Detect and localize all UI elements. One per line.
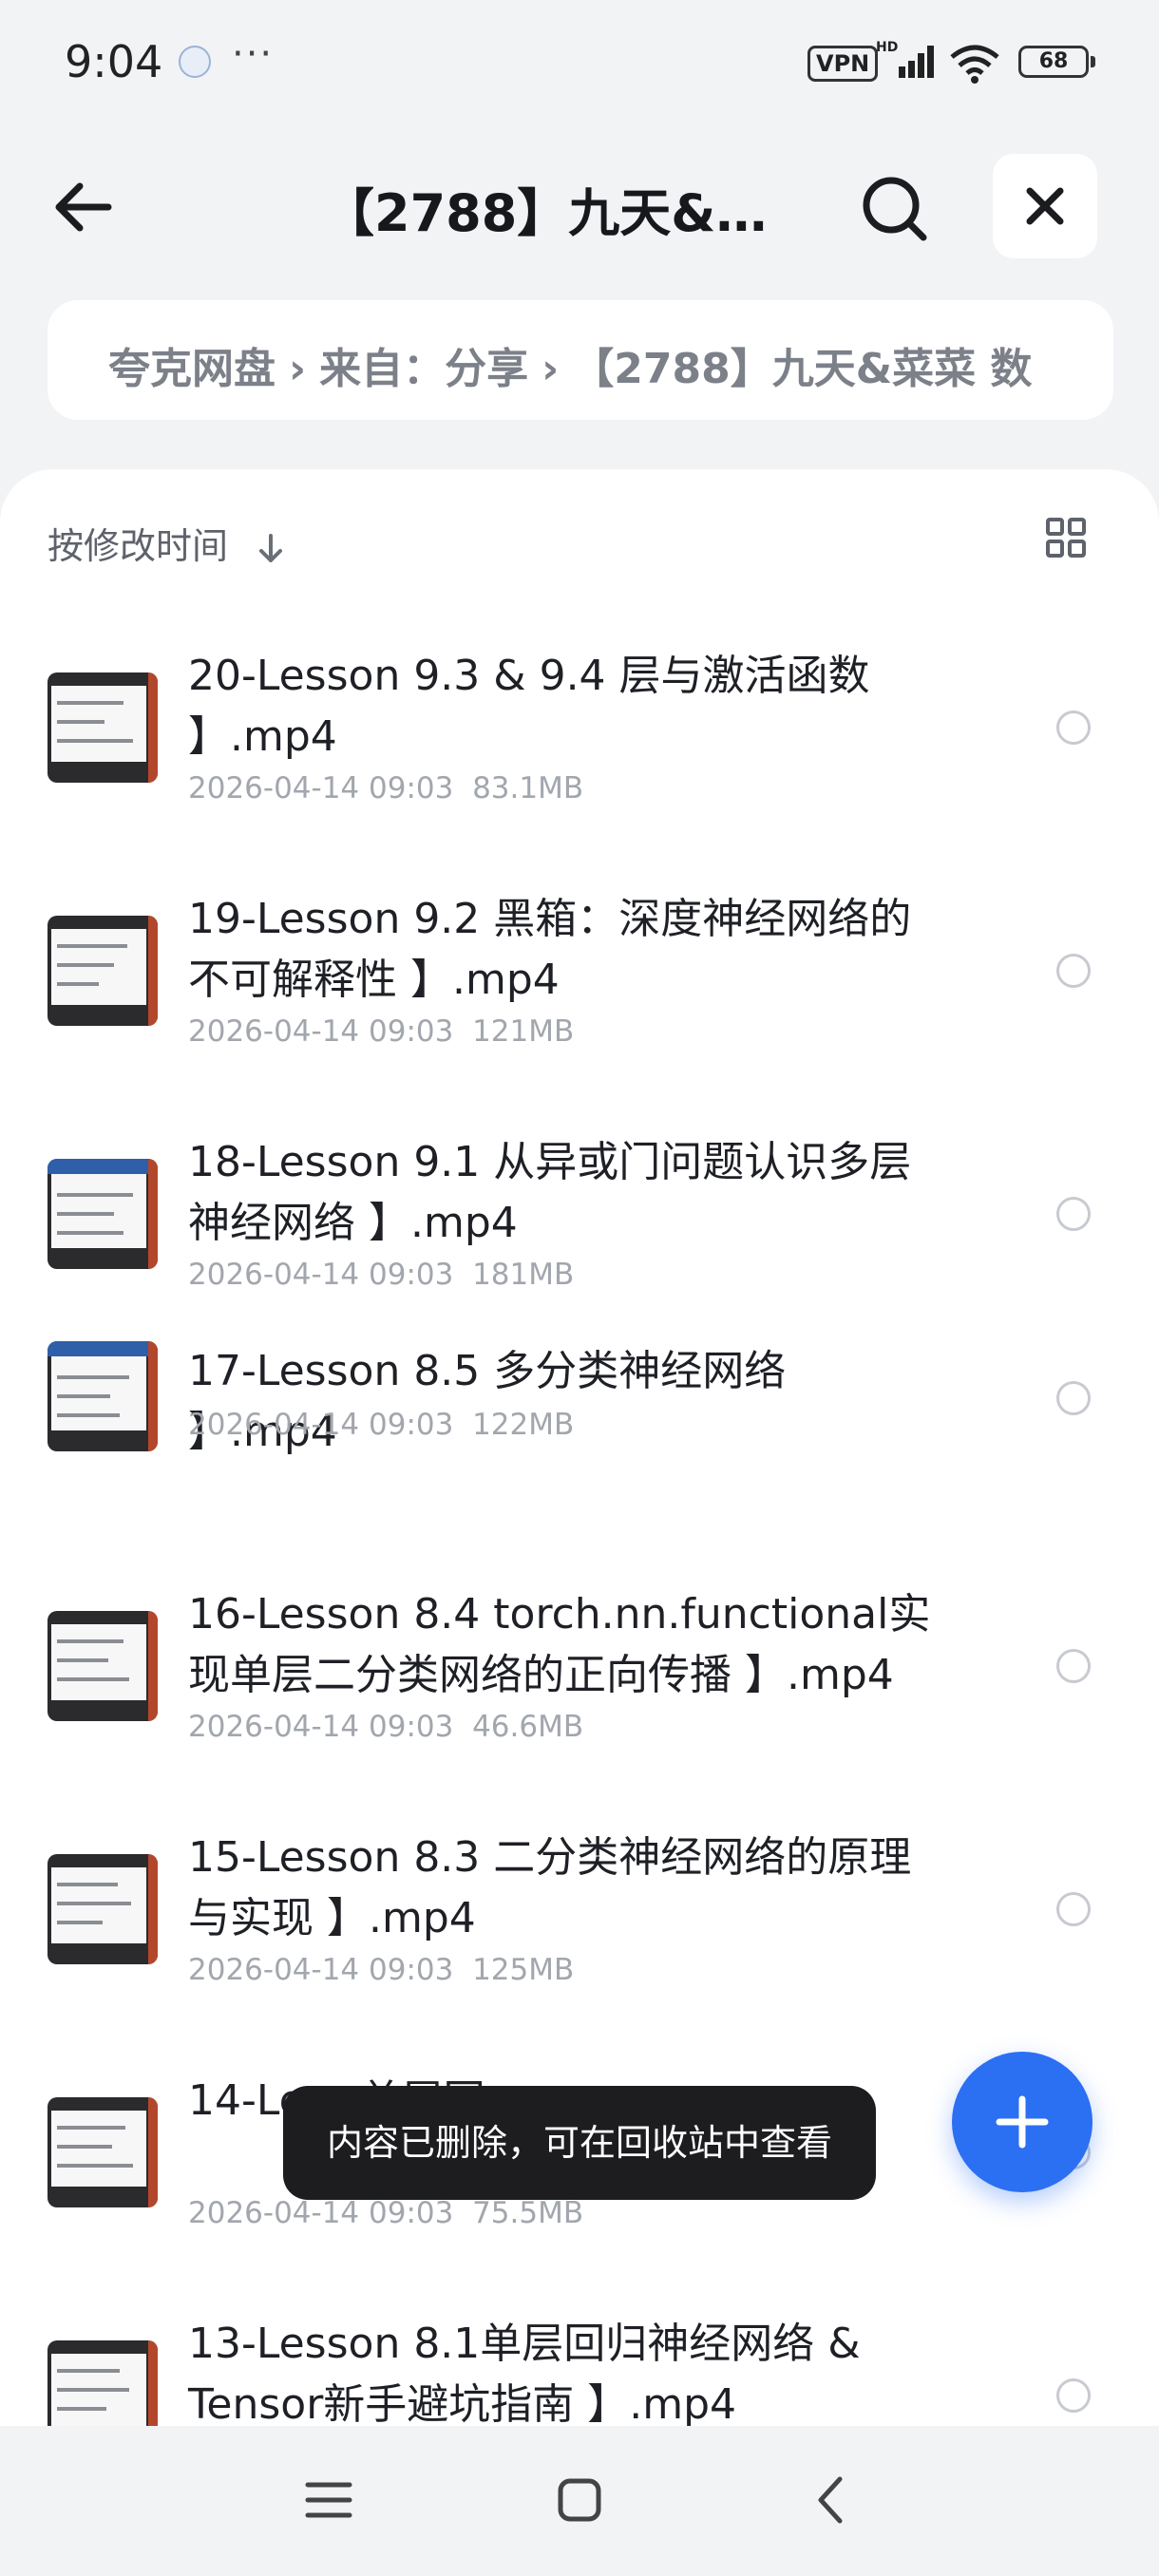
file-item[interactable]: 20-Lesson 9.3 & 9.4 层与激活函数 】.mp4 2026-04…	[0, 612, 1159, 855]
wifi-icon	[950, 45, 999, 84]
file-item[interactable]: 17-Lesson 8.5 多分类神经网络 】.mp4 2026-04-14 0…	[0, 1341, 1159, 1550]
status-time: 9:04	[65, 36, 163, 87]
add-button[interactable]	[952, 2052, 1092, 2192]
file-meta: 2026-04-14 09:03 46.6MB	[188, 1710, 583, 1744]
home-icon[interactable]	[551, 2472, 608, 2529]
breadcrumb-separator: ›	[542, 345, 560, 393]
grid-view-icon[interactable]	[1045, 517, 1087, 559]
vpn-badge: VPN	[808, 46, 879, 82]
file-name: 15-Lesson 8.3 二分类神经网络的原理与实现 】.mp4	[188, 1833, 912, 1942]
file-name: 16-Lesson 8.4 torch.nn.functional实现单层二分类…	[188, 1590, 931, 1699]
video-thumbnail	[48, 1159, 158, 1269]
file-meta: 2026-04-14 09:03 121MB	[188, 1014, 574, 1049]
file-meta: 2026-04-14 09:03 75.5MB	[188, 2196, 583, 2230]
video-thumbnail	[48, 2097, 158, 2207]
search-icon[interactable]	[855, 169, 935, 249]
file-size: 75.5MB	[472, 2196, 584, 2230]
select-radio[interactable]	[1056, 1381, 1091, 1415]
breadcrumb-item-current[interactable]: 【2788】九天&菜菜 数	[572, 345, 1032, 393]
breadcrumb: 夸克网盘 › 来自：分享 › 【2788】九天&菜菜 数	[48, 300, 1113, 420]
breadcrumb-item-shared[interactable]: 来自：分享	[319, 345, 528, 393]
file-item[interactable]: 19-Lesson 9.2 黑箱：深度神经网络的不可解释性 】.mp4 2026…	[0, 855, 1159, 1098]
file-date: 2026-04-14 09:03	[188, 1014, 454, 1049]
breadcrumb-item-root[interactable]: 夸克网盘	[108, 345, 276, 393]
file-size: 125MB	[472, 1953, 575, 1987]
status-bar: 9:04 ··· VPN HD 68	[0, 0, 1159, 123]
close-button[interactable]	[993, 154, 1097, 258]
sort-button[interactable]: 按修改时间	[48, 517, 285, 569]
svg-text:HD: HD	[876, 40, 898, 55]
file-name: 18-Lesson 9.1 从异或门问题认识多层神经网络 】.mp4	[188, 1138, 912, 1247]
select-radio[interactable]	[1056, 1197, 1091, 1231]
file-meta: 2026-04-14 09:03 181MB	[188, 1258, 574, 1292]
file-item[interactable]: 15-Lesson 8.3 二分类神经网络的原理与实现 】.mp4 2026-0…	[0, 1793, 1159, 2036]
file-name: 13-Lesson 8.1单层回归神经网络 & Tensor新手避坑指南 】.m…	[188, 2320, 861, 2426]
select-radio[interactable]	[1056, 1892, 1091, 1926]
file-size: 121MB	[472, 1014, 575, 1049]
plus-icon	[996, 2095, 1049, 2149]
select-radio[interactable]	[1056, 710, 1091, 745]
toast-message: 内容已删除，可在回收站中查看	[283, 2086, 876, 2200]
video-thumbnail	[48, 1854, 158, 1964]
back-arrow-icon[interactable]	[46, 169, 122, 245]
video-thumbnail	[48, 1611, 158, 1721]
sort-label: 按修改时间	[48, 525, 229, 567]
file-size: 46.6MB	[472, 1710, 584, 1744]
file-name: 20-Lesson 9.3 & 9.4 层与激活函数 】.mp4	[188, 652, 870, 761]
page-title: 【2788】九天&菜…	[323, 183, 779, 243]
select-radio[interactable]	[1056, 954, 1091, 988]
file-item[interactable]: 16-Lesson 8.4 torch.nn.functional实现单层二分类…	[0, 1550, 1159, 1793]
file-meta: 2026-04-14 09:03 122MB	[188, 1408, 574, 1442]
back-icon[interactable]	[804, 2472, 861, 2529]
file-date: 2026-04-14 09:03	[188, 1710, 454, 1744]
file-date: 2026-04-14 09:03	[188, 2196, 454, 2230]
breadcrumb-separator: ›	[289, 345, 307, 393]
file-meta: 2026-04-14 09:03 83.1MB	[188, 771, 583, 805]
system-nav-bar	[0, 2426, 1159, 2576]
video-thumbnail	[48, 2340, 158, 2426]
file-size: 83.1MB	[472, 771, 584, 805]
more-notifications: ···	[232, 32, 275, 76]
file-date: 2026-04-14 09:03	[188, 771, 454, 805]
file-item[interactable]: 13-Lesson 8.1单层回归神经网络 & Tensor新手避坑指南 】.m…	[0, 2280, 1159, 2426]
sort-down-icon	[259, 533, 283, 562]
file-name: 19-Lesson 9.2 黑箱：深度神经网络的不可解释性 】.mp4	[188, 895, 912, 1004]
select-radio[interactable]	[1056, 1649, 1091, 1683]
file-item[interactable]: 18-Lesson 9.1 从异或门问题认识多层神经网络 】.mp4 2026-…	[0, 1098, 1159, 1341]
video-thumbnail	[48, 1341, 158, 1451]
file-date: 2026-04-14 09:03	[188, 1408, 454, 1442]
menu-icon[interactable]	[300, 2472, 357, 2529]
file-size: 122MB	[472, 1408, 575, 1442]
close-icon	[1026, 187, 1064, 225]
video-thumbnail	[48, 672, 158, 783]
signal-icon: HD	[876, 40, 934, 78]
file-name: 17-Lesson 8.5 多分类神经网络 】.mp4	[188, 1347, 787, 1456]
file-date: 2026-04-14 09:03	[188, 1258, 454, 1292]
file-size: 181MB	[472, 1258, 575, 1292]
battery-icon: 68	[1018, 46, 1095, 78]
video-thumbnail	[48, 916, 158, 1026]
select-radio[interactable]	[1056, 2378, 1091, 2413]
file-meta: 2026-04-14 09:03 125MB	[188, 1953, 574, 1987]
app-notification-icon	[179, 46, 211, 78]
file-date: 2026-04-14 09:03	[188, 1953, 454, 1987]
